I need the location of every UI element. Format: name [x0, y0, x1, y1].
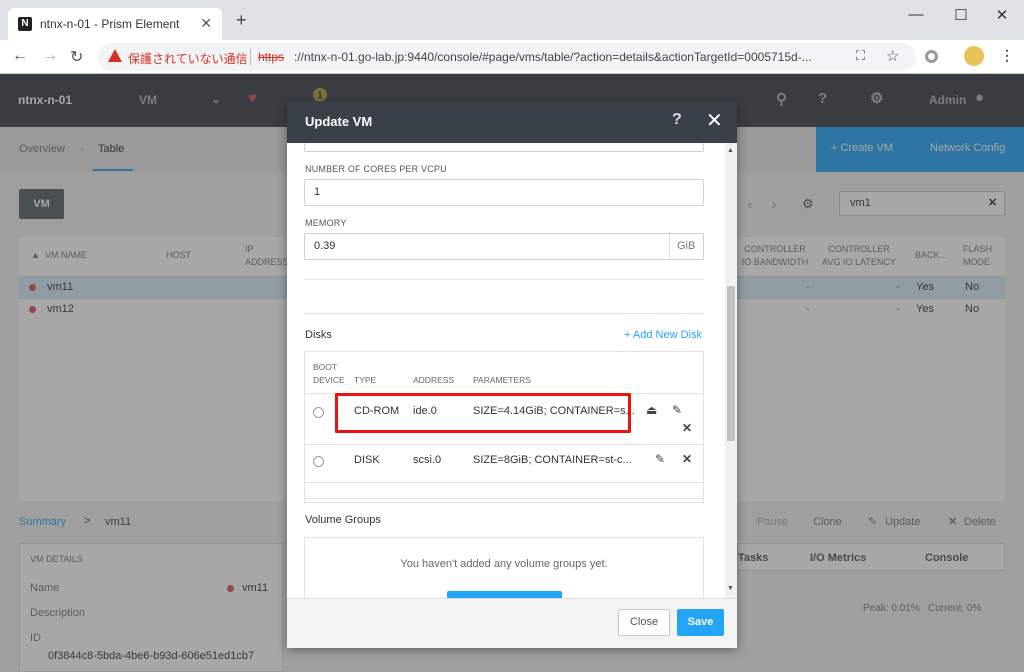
disk-address: scsi.0	[413, 454, 442, 466]
forward-icon[interactable]: →	[42, 47, 58, 65]
update-vm-dialog: Update VM ? ✕ NUMBER OF CORES PER VCPU 1…	[287, 101, 737, 648]
insecure-warning: 保護されていない通信	[128, 52, 248, 66]
url-scheme: https	[258, 50, 285, 64]
col-address: ADDRESS	[413, 375, 455, 385]
profile-avatar-icon[interactable]	[964, 46, 984, 66]
scrollbar-thumb[interactable]	[727, 286, 735, 441]
cores-field[interactable]: 1	[304, 179, 704, 206]
disk-parameters: SIZE=8GiB; CONTAINER=st-c...	[473, 454, 632, 466]
disks-section-title: Disks	[305, 329, 332, 341]
scroll-down-icon[interactable]: ▼	[727, 585, 734, 592]
close-icon[interactable]: ✕	[706, 108, 723, 133]
url-text: ://ntnx-n-01.go-lab.jp:9440/console/#pag…	[294, 50, 812, 64]
extension-icon[interactable]	[925, 50, 938, 63]
translate-icon[interactable]: ⛶	[856, 48, 865, 64]
memory-value: 0.39	[314, 240, 336, 252]
divider	[304, 498, 704, 499]
dialog-title: Update VM	[305, 114, 373, 129]
browser-tab[interactable]: N ntnx-n-01 - Prism Element ✕	[8, 8, 222, 40]
divider	[304, 279, 704, 280]
eject-icon[interactable]: ⏏	[646, 403, 657, 417]
browser-tabstrip: N ntnx-n-01 - Prism Element ✕ + — ☐ ✕	[0, 0, 1024, 40]
cores-value: 1	[314, 186, 321, 198]
close-tab-icon[interactable]: ✕	[200, 15, 212, 32]
cores-label: NUMBER OF CORES PER VCPU	[305, 164, 447, 174]
divider	[304, 313, 704, 314]
reload-icon[interactable]: ↻	[70, 47, 83, 67]
disk-type: DISK	[354, 454, 380, 466]
add-volume-group-button[interactable]	[447, 591, 562, 598]
volume-groups-title: Volume Groups	[305, 514, 381, 526]
edit-pencil-icon[interactable]: ✎	[655, 452, 665, 466]
menu-icon[interactable]: ⋮	[1000, 47, 1014, 64]
memory-field[interactable]: 0.39 GiB	[304, 233, 704, 260]
warning-icon	[108, 49, 122, 62]
previous-field[interactable]	[304, 143, 704, 152]
scroll-up-icon[interactable]: ▲	[727, 147, 734, 154]
volume-groups-panel: You haven't added any volume groups yet.	[304, 537, 704, 598]
remove-x-icon[interactable]: ✕	[682, 421, 692, 435]
remove-x-icon[interactable]: ✕	[682, 452, 692, 466]
maximize-icon[interactable]: ☐	[951, 6, 971, 24]
url-separator	[250, 49, 251, 65]
memory-unit-divider	[669, 234, 670, 259]
divider	[305, 482, 703, 483]
memory-unit: GiB	[677, 240, 696, 252]
col-device: DEVICE	[313, 375, 345, 385]
back-icon[interactable]: ←	[12, 47, 28, 65]
dialog-footer: Close Save	[287, 598, 737, 648]
window-close-icon[interactable]: ✕	[992, 6, 1012, 24]
browser-tab-title: ntnx-n-01 - Prism Element	[40, 17, 180, 31]
col-type: TYPE	[354, 375, 377, 385]
nutanix-favicon-icon: N	[18, 17, 32, 31]
col-parameters: PARAMETERS	[473, 375, 531, 385]
boot-device-radio[interactable]	[313, 407, 324, 418]
divider	[305, 444, 703, 445]
close-button[interactable]: Close	[618, 609, 670, 636]
bookmark-star-icon[interactable]: ☆	[886, 47, 899, 65]
save-button[interactable]: Save	[677, 609, 724, 636]
col-boot: BOOT	[313, 362, 338, 372]
volume-groups-empty-text: You haven't added any volume groups yet.	[400, 558, 608, 570]
help-icon[interactable]: ?	[672, 111, 682, 129]
new-tab-button[interactable]: +	[236, 10, 247, 31]
browser-toolbar: ← → ↻ 保護されていない通信 https ://ntnx-n-01.go-l…	[0, 40, 1024, 74]
memory-label: MEMORY	[305, 218, 347, 228]
add-new-disk-link[interactable]: + Add New Disk	[624, 329, 702, 341]
edit-pencil-icon[interactable]: ✎	[672, 403, 682, 417]
dialog-body: NUMBER OF CORES PER VCPU 1 MEMORY 0.39 G…	[287, 143, 737, 598]
dialog-header: Update VM ? ✕	[287, 101, 737, 143]
minimize-icon[interactable]: —	[906, 6, 926, 23]
address-bar[interactable]: 保護されていない通信 https ://ntnx-n-01.go-lab.jp:…	[98, 43, 916, 71]
cdrom-highlight-box	[335, 393, 631, 433]
boot-device-radio[interactable]	[313, 456, 324, 467]
